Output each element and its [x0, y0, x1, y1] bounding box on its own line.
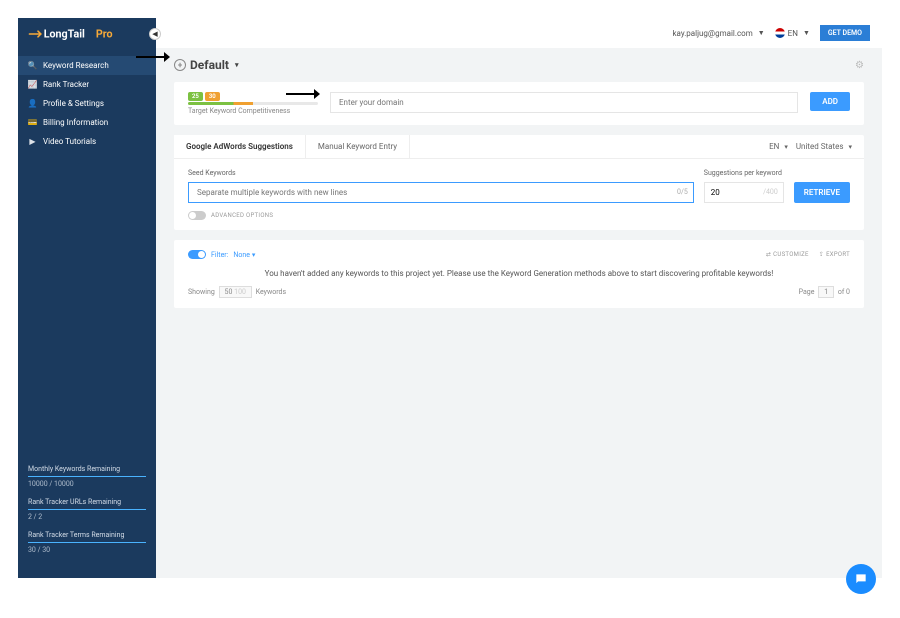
sidebar-item-label: Profile & Settings [43, 99, 104, 108]
search-icon: 🔍 [28, 61, 37, 70]
annotation-arrow [286, 88, 320, 100]
quota-value: 30 / 30 [28, 546, 146, 554]
suggestions-label: Suggestions per keyword [704, 169, 784, 177]
chevron-down-icon: ▾ [252, 251, 256, 259]
quota-value: 10000 / 10000 [28, 480, 146, 488]
customize-button[interactable]: ⇄ CUSTOMIZE [766, 251, 809, 258]
kc-high-badge: 30 [205, 92, 220, 101]
quota-label: Rank Tracker URLs Remaining [28, 498, 146, 506]
sidebar-quotas: Monthly Keywords Remaining10000 / 10000 … [18, 459, 156, 578]
account-email: kay.paljug@gmail.com [672, 29, 752, 38]
chart-icon: 📈 [28, 80, 37, 89]
kc-low-badge: 25 [188, 92, 203, 101]
chevron-down-icon: ▾ [784, 143, 788, 151]
retrieve-button[interactable]: RETRIEVE [794, 182, 850, 203]
tab-manual[interactable]: Manual Keyword Entry [306, 135, 410, 158]
tab-adwords[interactable]: Google AdWords Suggestions [174, 135, 306, 158]
get-demo-button[interactable]: GET DEMO [820, 25, 870, 41]
sidebar-item-profile[interactable]: 👤 Profile & Settings [18, 94, 156, 113]
sidebar-item-label: Video Tutorials [43, 137, 96, 146]
chat-widget-button[interactable] [846, 564, 876, 594]
project-selector[interactable]: + Default ▾ [174, 58, 238, 72]
kw-language-select[interactable]: EN▾ [769, 142, 788, 151]
flag-icon [775, 28, 785, 38]
sidebar-item-billing[interactable]: 💳 Billing Information [18, 113, 156, 132]
seed-keywords-input[interactable] [188, 182, 694, 203]
account-menu[interactable]: kay.paljug@gmail.com ▼ [672, 29, 764, 38]
topbar: kay.paljug@gmail.com ▼ EN ▼ GET DEMO [156, 18, 882, 48]
advanced-label: ADVANCED OPTIONS [211, 212, 273, 219]
video-icon: ▶ [28, 137, 37, 146]
empty-state-text: You haven't added any keywords to this p… [188, 265, 850, 286]
svg-text:LongTail: LongTail [44, 28, 85, 41]
annotation-arrow [136, 51, 170, 63]
sidebar: LongTailPro ◀ 🔍Keyword Research 📈Rank Tr… [18, 18, 156, 578]
filter-toggle[interactable] [188, 250, 206, 259]
chevron-down-icon: ▼ [803, 29, 810, 37]
language-label: EN [788, 29, 798, 38]
pagination: Page 1 of 0 [799, 286, 850, 298]
sidebar-collapse-button[interactable]: ◀ [149, 28, 161, 40]
svg-text:Pro: Pro [96, 28, 113, 41]
suggestions-max: /400 [763, 188, 778, 196]
chevron-down-icon: ▼ [758, 29, 765, 37]
seed-label: Seed Keywords [188, 169, 694, 177]
sidebar-nav: 🔍 Keyword Research 📈 Rank Tracker 👤 Profile… [18, 56, 156, 151]
quota-bar [28, 476, 146, 477]
add-domain-button[interactable]: ADD [810, 92, 850, 111]
quota-bar [28, 509, 146, 510]
plus-circle-icon: + [174, 59, 186, 71]
user-icon: 👤 [28, 99, 37, 108]
quota-label: Monthly Keywords Remaining [28, 465, 146, 473]
card-icon: 💳 [28, 118, 37, 127]
domain-input[interactable] [330, 92, 798, 113]
sidebar-item-rank-tracker[interactable]: 📈 Rank Tracker [18, 75, 156, 94]
showing-text: Showing 50 100 Keywords [188, 286, 286, 298]
language-menu[interactable]: EN ▼ [775, 28, 810, 38]
page-input[interactable]: 1 [818, 286, 834, 298]
export-button[interactable]: ⇪ EXPORT [819, 251, 850, 258]
keyword-card: Google AdWords Suggestions Manual Keywor… [174, 135, 864, 230]
sidebar-item-tutorials[interactable]: ▶ Video Tutorials [18, 132, 156, 151]
main: kay.paljug@gmail.com ▼ EN ▼ GET DEMO + Def… [156, 18, 882, 578]
sidebar-item-label: Rank Tracker [43, 80, 89, 89]
kw-country-select[interactable]: United States▾ [796, 142, 852, 151]
domain-card: 2530 Target Keyword Competitiveness ADD [174, 82, 864, 125]
sidebar-item-label: Billing Information [43, 118, 108, 127]
logo: LongTail Pro [18, 18, 156, 50]
results-card: Filter: None▾ ⇄ CUSTOMIZE ⇪ EXPORT You h… [174, 240, 864, 308]
chevron-down-icon: ▾ [235, 61, 239, 69]
filter-value[interactable]: None▾ [233, 251, 255, 259]
quota-value: 2 / 2 [28, 513, 146, 521]
per-page-select[interactable]: 50 100 [219, 286, 252, 298]
settings-button[interactable]: ⚙ [855, 60, 864, 71]
project-name: Default [190, 58, 229, 72]
quota-bar [28, 542, 146, 543]
filter-label: Filter: [211, 251, 228, 259]
kc-bar [188, 102, 318, 105]
seed-count: 0/5 [677, 188, 688, 196]
kc-label: Target Keyword Competitiveness [188, 107, 318, 115]
chevron-down-icon: ▾ [848, 143, 852, 151]
quota-label: Rank Tracker Terms Remaining [28, 531, 146, 539]
sidebar-item-label: Keyword Research [43, 61, 109, 70]
advanced-toggle[interactable] [188, 211, 206, 220]
